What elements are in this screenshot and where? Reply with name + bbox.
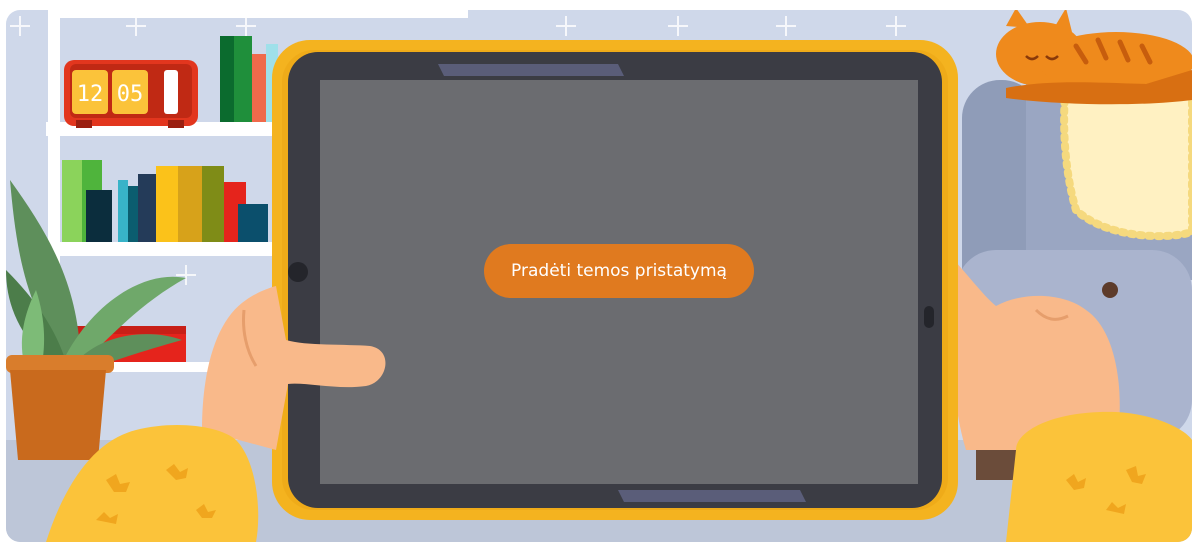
tablet-bottom-edge (618, 490, 806, 502)
tablet-top-edge (438, 64, 624, 76)
doily (1060, 80, 1192, 241)
tablet-camera (288, 262, 308, 282)
illustration-stage: 12 05 Pradėti temos pristatymą (6, 10, 1192, 542)
clock-minutes: 05 (117, 82, 144, 107)
clock-hours: 12 (77, 82, 104, 107)
start-presentation-button[interactable]: Pradėti temos pristatymą (484, 244, 754, 298)
flip-clock: 12 05 (64, 60, 198, 128)
